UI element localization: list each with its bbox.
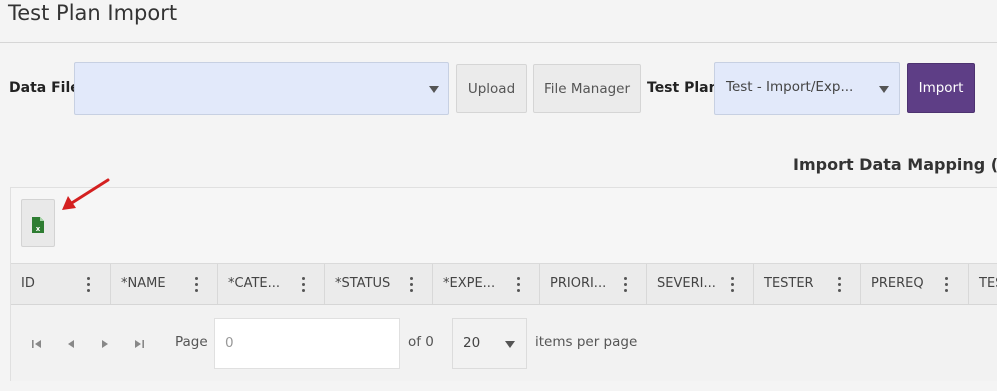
column-header-name[interactable]: *NAME bbox=[111, 264, 218, 304]
page-label: Page bbox=[175, 334, 208, 350]
chevron-down-icon bbox=[429, 86, 439, 93]
column-title: *NAME bbox=[121, 276, 166, 291]
column-menu-icon[interactable] bbox=[945, 277, 949, 293]
column-header-id[interactable]: ID bbox=[11, 264, 111, 304]
column-menu-icon[interactable] bbox=[838, 277, 842, 293]
column-header-test[interactable]: TES bbox=[969, 264, 997, 304]
column-title: *CATE... bbox=[228, 276, 281, 291]
items-per-page-label: items per page bbox=[535, 334, 638, 350]
column-title: SEVERI... bbox=[657, 276, 716, 291]
grid-toolbar: x bbox=[11, 188, 997, 263]
column-menu-icon[interactable] bbox=[87, 277, 91, 293]
column-menu-icon[interactable] bbox=[195, 277, 199, 293]
column-header-priority[interactable]: PRIORI... bbox=[540, 264, 647, 304]
column-title: *EXPE... bbox=[443, 276, 496, 291]
test-plan-label: Test Plan bbox=[647, 80, 719, 96]
title-bar: Test Plan Import bbox=[0, 0, 997, 43]
page-count-label: of 0 bbox=[408, 334, 434, 350]
column-menu-icon[interactable] bbox=[410, 277, 414, 293]
column-header-status[interactable]: *STATUS bbox=[325, 264, 433, 304]
excel-export-button[interactable]: x bbox=[21, 199, 55, 247]
column-header-prereq[interactable]: PREREQ bbox=[861, 264, 969, 304]
next-page-icon[interactable] bbox=[100, 339, 110, 349]
column-title: PREREQ bbox=[871, 276, 924, 291]
column-menu-icon[interactable] bbox=[302, 277, 306, 293]
grid-header-row: ID *NAME *CATE... *STATUS *EXPE... PRIOR… bbox=[11, 263, 997, 305]
column-title: TESTER bbox=[764, 276, 814, 291]
svg-text:x: x bbox=[36, 225, 41, 233]
column-title: TES bbox=[979, 276, 997, 291]
page-title: Test Plan Import bbox=[8, 1, 178, 25]
page-number-input[interactable]: 0 bbox=[214, 318, 400, 369]
previous-page-icon[interactable] bbox=[66, 339, 76, 349]
items-per-page-value: 20 bbox=[463, 335, 481, 351]
first-page-icon[interactable] bbox=[31, 339, 43, 349]
items-per-page-select[interactable]: 20 bbox=[452, 318, 527, 369]
mapping-grid: x ID *NAME *CATE... *STATUS *EXPE... PRI… bbox=[10, 187, 997, 381]
import-button[interactable]: Import bbox=[907, 63, 975, 113]
column-menu-icon[interactable] bbox=[731, 277, 735, 293]
chevron-down-icon bbox=[879, 86, 889, 93]
grid-pager: Page 0 of 0 20 items per page bbox=[11, 305, 997, 381]
data-file-select[interactable] bbox=[74, 62, 449, 115]
column-header-expected[interactable]: *EXPE... bbox=[433, 264, 540, 304]
column-header-tester[interactable]: TESTER bbox=[754, 264, 861, 304]
import-data-mapping-title: Import Data Mapping (* Re bbox=[793, 155, 997, 174]
excel-export-icon: x bbox=[32, 217, 44, 233]
test-plan-value: Test - Import/Exp... bbox=[726, 79, 854, 95]
column-title: *STATUS bbox=[335, 276, 391, 291]
annotation-arrow-icon bbox=[62, 178, 110, 210]
column-title: ID bbox=[21, 276, 35, 291]
test-plan-select[interactable]: Test - Import/Exp... bbox=[714, 62, 900, 115]
column-header-category[interactable]: *CATE... bbox=[218, 264, 325, 304]
data-file-label: Data File bbox=[9, 80, 80, 96]
column-menu-icon[interactable] bbox=[624, 277, 628, 293]
chevron-down-icon bbox=[505, 341, 515, 348]
page-number-value: 0 bbox=[225, 335, 234, 351]
file-manager-button[interactable]: File Manager bbox=[533, 64, 641, 113]
upload-button[interactable]: Upload bbox=[456, 64, 527, 113]
column-title: PRIORI... bbox=[550, 276, 607, 291]
column-menu-icon[interactable] bbox=[517, 277, 521, 293]
last-page-icon[interactable] bbox=[133, 339, 145, 349]
column-header-severity[interactable]: SEVERI... bbox=[647, 264, 754, 304]
